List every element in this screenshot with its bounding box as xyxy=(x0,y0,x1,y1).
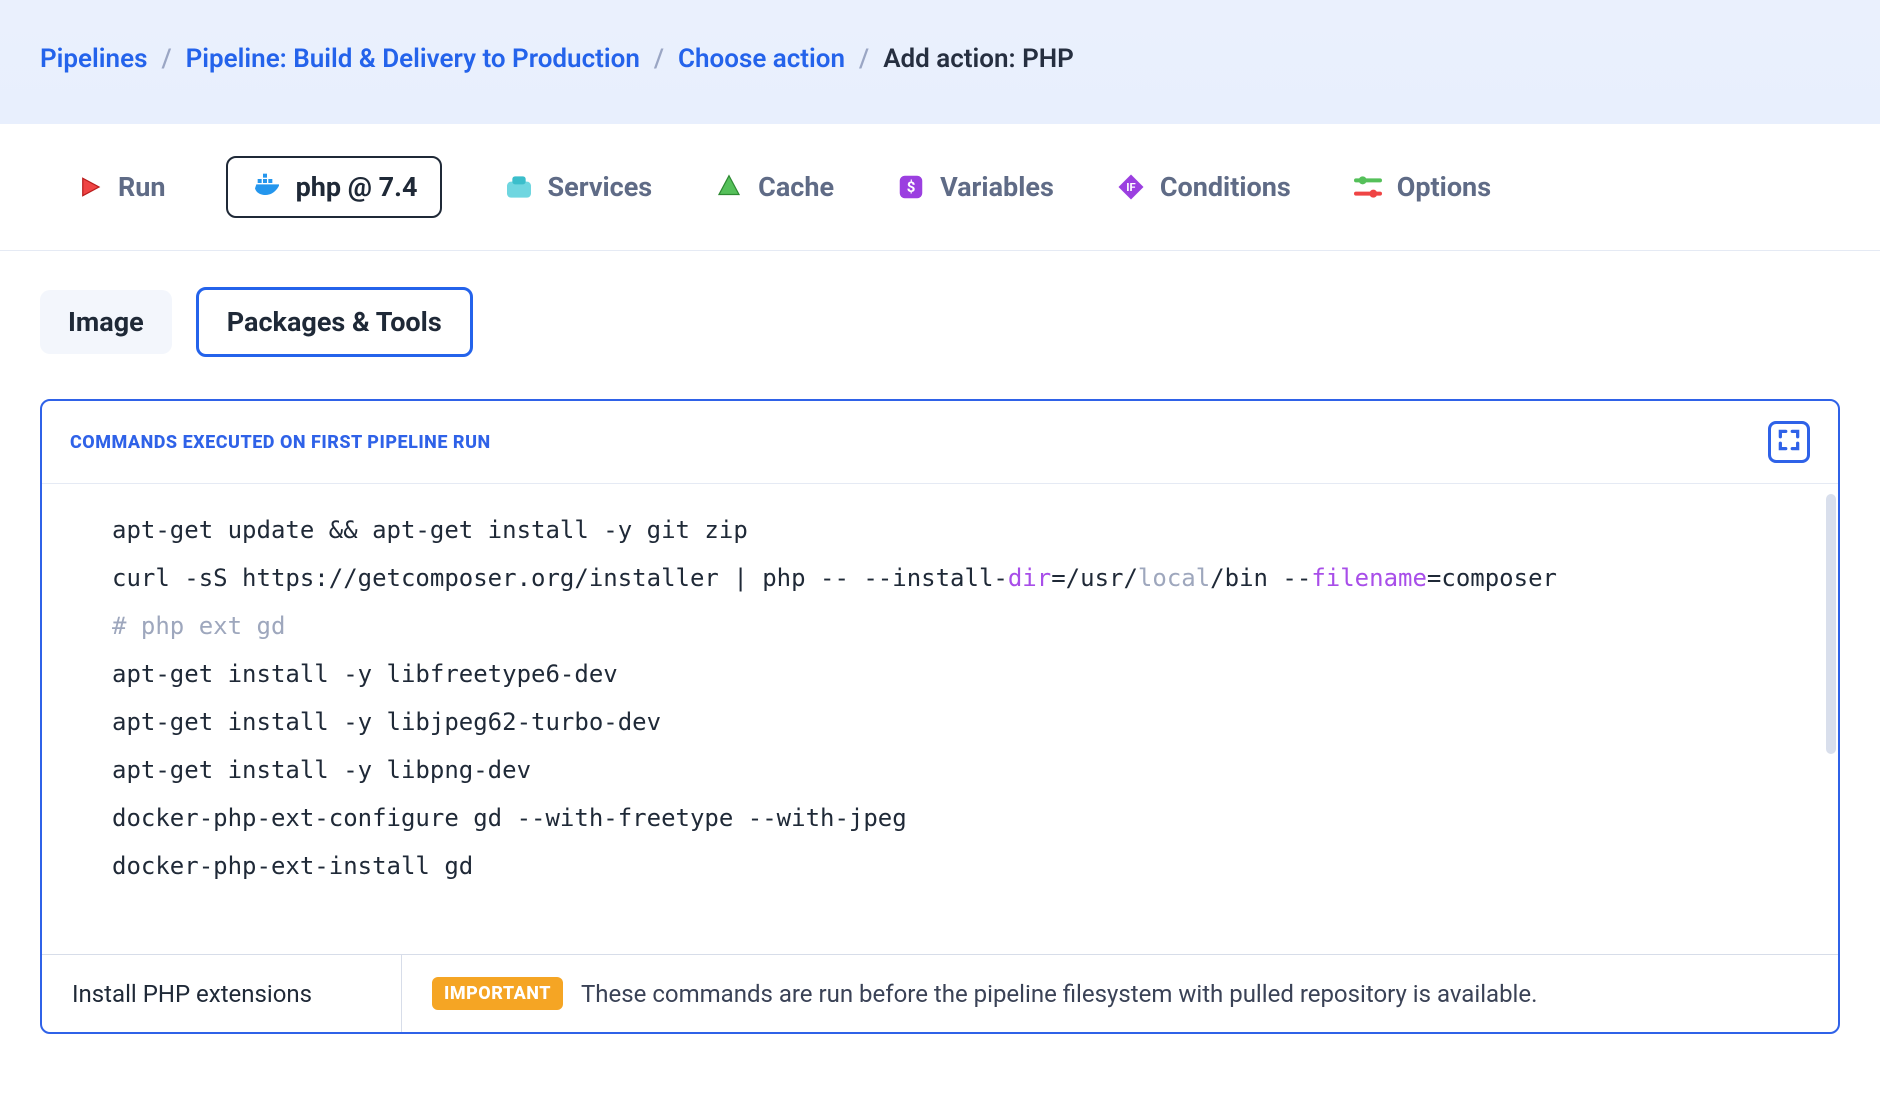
breadcrumb: Pipelines / Pipeline: Build & Delivery t… xyxy=(40,44,1840,74)
sub-tabs: Image Packages & Tools xyxy=(40,287,1840,357)
tab-environment[interactable]: php @ 7.4 xyxy=(226,156,442,218)
scrollbar[interactable] xyxy=(1826,494,1836,754)
breadcrumb-link-choose-action[interactable]: Choose action xyxy=(678,44,845,74)
expand-button[interactable] xyxy=(1768,421,1810,463)
tab-variables[interactable]: $ Variables xyxy=(894,170,1054,204)
code-editor[interactable]: apt-get update && apt-get install -y git… xyxy=(42,484,1838,954)
expand-icon xyxy=(1776,427,1802,457)
editor-header: COMMANDS EXECUTED ON FIRST PIPELINE RUN xyxy=(42,401,1838,484)
code-line: docker-php-ext-configure gd --with-freet… xyxy=(112,794,1798,842)
editor-header-title: COMMANDS EXECUTED ON FIRST PIPELINE RUN xyxy=(70,432,491,453)
subtab-image[interactable]: Image xyxy=(40,290,172,354)
tab-environment-label: php @ 7.4 xyxy=(296,171,418,203)
docker-icon xyxy=(250,170,284,204)
tab-options[interactable]: Options xyxy=(1351,170,1491,204)
breadcrumb-link-pipeline[interactable]: Pipeline: Build & Delivery to Production xyxy=(186,44,640,74)
conditions-icon: IF xyxy=(1114,170,1148,204)
important-badge: IMPORTANT xyxy=(432,977,563,1010)
subtab-packages-tools[interactable]: Packages & Tools xyxy=(196,287,473,357)
code-line: apt-get install -y libpng-dev xyxy=(112,746,1798,794)
code-line: docker-php-ext-install gd xyxy=(112,842,1798,890)
content-area: Image Packages & Tools COMMANDS EXECUTED… xyxy=(0,251,1880,1034)
svg-text:IF: IF xyxy=(1126,181,1135,194)
svg-text:$: $ xyxy=(907,178,916,196)
footer-note: IMPORTANT These commands are run before … xyxy=(402,955,1567,1032)
tab-cache-label: Cache xyxy=(758,171,834,203)
footer-note-text: These commands are run before the pipeli… xyxy=(581,980,1537,1008)
tab-services-label: Services xyxy=(548,171,653,203)
editor-footer: Install PHP extensions IMPORTANT These c… xyxy=(42,954,1838,1032)
tab-conditions-label: Conditions xyxy=(1160,171,1291,203)
code-line: apt-get install -y libfreetype6-dev xyxy=(112,650,1798,698)
tab-conditions[interactable]: IF Conditions xyxy=(1114,170,1291,204)
footer-left-label[interactable]: Install PHP extensions xyxy=(42,955,402,1032)
play-icon xyxy=(72,170,106,204)
action-tabs: Run php @ 7.4 Services xyxy=(0,124,1880,251)
breadcrumb-separator: / xyxy=(161,44,171,74)
code-line: # php ext gd xyxy=(112,602,1798,650)
cache-icon xyxy=(712,170,746,204)
code-line: apt-get install -y libjpeg62-turbo-dev xyxy=(112,698,1798,746)
breadcrumb-current: Add action: PHP xyxy=(883,44,1074,74)
services-icon xyxy=(502,170,536,204)
tab-run-label: Run xyxy=(118,171,166,203)
editor-panel: COMMANDS EXECUTED ON FIRST PIPELINE RUN … xyxy=(40,399,1840,1034)
breadcrumb-separator: / xyxy=(654,44,664,74)
breadcrumb-link-pipelines[interactable]: Pipelines xyxy=(40,44,147,74)
variables-icon: $ xyxy=(894,170,928,204)
tab-run[interactable]: Run xyxy=(72,170,166,204)
tab-services[interactable]: Services xyxy=(502,170,653,204)
header: Pipelines / Pipeline: Build & Delivery t… xyxy=(0,0,1880,124)
code-line: curl -sS https://getcomposer.org/install… xyxy=(112,554,1798,602)
breadcrumb-separator: / xyxy=(859,44,869,74)
code-line: apt-get update && apt-get install -y git… xyxy=(112,506,1798,554)
tab-options-label: Options xyxy=(1397,171,1491,203)
options-icon xyxy=(1351,170,1385,204)
tab-cache[interactable]: Cache xyxy=(712,170,834,204)
tab-variables-label: Variables xyxy=(940,171,1054,203)
